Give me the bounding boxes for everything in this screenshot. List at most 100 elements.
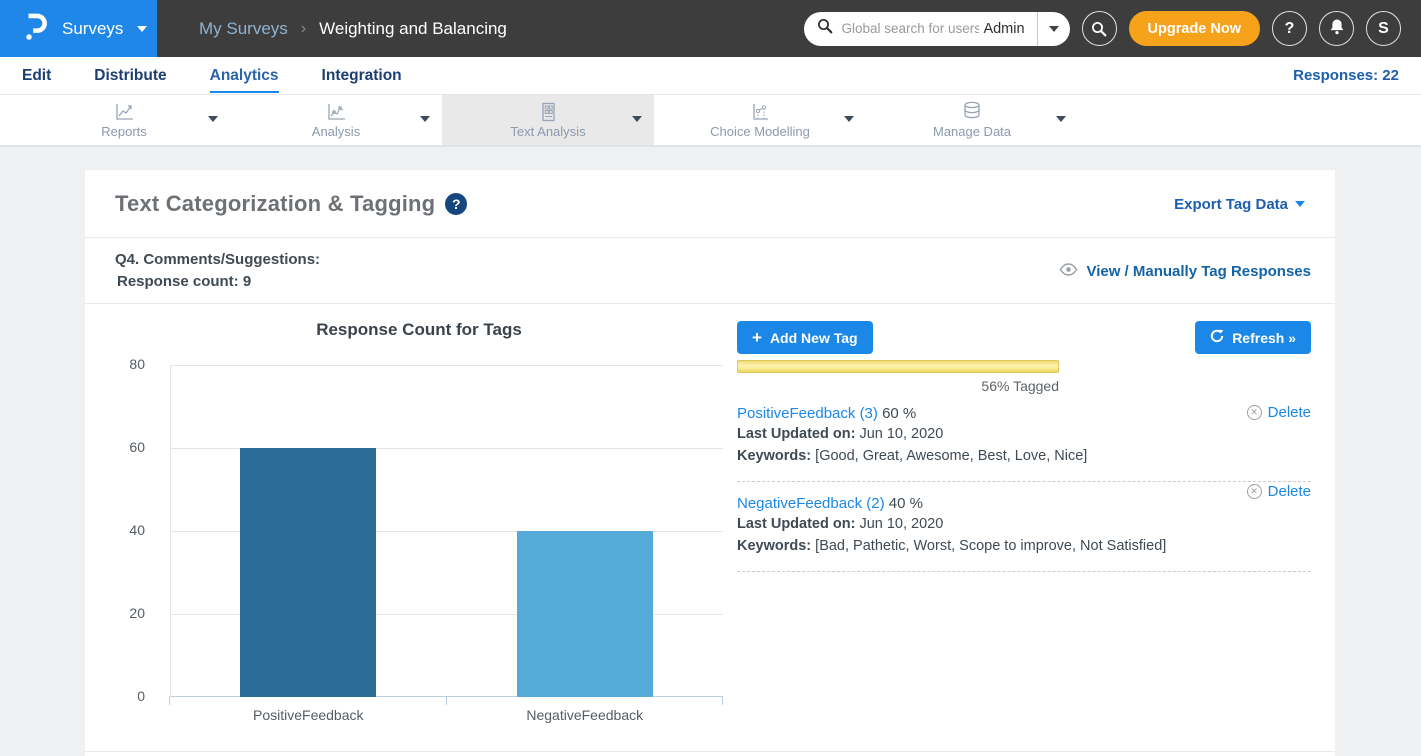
view-manually-tag-link[interactable]: View / Manually Tag Responses — [1059, 263, 1311, 280]
response-count-chart: Response Count for Tags 020406080 Positi… — [115, 304, 737, 751]
x-axis-tick — [722, 697, 723, 705]
tag-name-link[interactable]: PositiveFeedback (3) — [737, 405, 878, 422]
text-document-icon — [538, 102, 558, 122]
tab-reports[interactable]: Reports — [18, 95, 230, 145]
tags-toolbar: + Add New Tag Refresh » — [737, 321, 1311, 354]
tab-label: Choice Modelling — [710, 124, 810, 139]
tab-manage-data[interactable]: Manage Data — [866, 95, 1078, 145]
nav-item-distribute[interactable]: Distribute — [94, 59, 166, 93]
product-name: Surveys — [62, 19, 123, 39]
x-category-label: NegativeFeedback — [526, 707, 643, 723]
notifications-button[interactable] — [1319, 11, 1354, 46]
chart-title: Response Count for Tags — [115, 320, 723, 340]
nav-item-integration[interactable]: Integration — [322, 59, 402, 93]
search-scope-dropdown[interactable] — [1038, 12, 1070, 46]
tag-updated-line: Last Updated on: Jun 10, 2020 — [737, 514, 1311, 536]
bar-NegativeFeedback — [517, 531, 653, 697]
top-actions: Admin Upgrade Now ? S — [804, 11, 1421, 46]
search-button[interactable] — [1082, 11, 1117, 46]
tab-analysis[interactable]: Analysis — [230, 95, 442, 145]
updated-value: Jun 10, 2020 — [859, 426, 943, 442]
help-circle-icon[interactable]: ? — [445, 193, 467, 215]
bar-PositiveFeedback — [240, 448, 376, 697]
tab-label: Text Analysis — [510, 124, 585, 139]
y-tick-label: 20 — [129, 605, 145, 621]
x-axis-tick — [446, 697, 447, 705]
x-axis-labels: PositiveFeedback NegativeFeedback — [170, 707, 723, 733]
search-icon — [817, 18, 833, 39]
x-axis-tick — [169, 697, 170, 705]
page-title: Text Categorization & Tagging — [115, 191, 435, 217]
tag-percent: 40 % — [889, 495, 923, 512]
circle-x-icon: ✕ — [1247, 405, 1262, 420]
circle-x-icon: ✕ — [1247, 484, 1262, 499]
tagged-progress-label: 56% Tagged — [737, 378, 1059, 394]
question-header: Q4. Comments/Suggestions: Response count… — [85, 238, 1335, 304]
refresh-button[interactable]: Refresh » — [1195, 321, 1311, 354]
keywords-label: Keywords: — [737, 448, 811, 464]
tagging-content: Response Count for Tags 020406080 Positi… — [85, 304, 1335, 752]
plot-wrapper: 020406080 — [115, 365, 737, 697]
tab-choice-modelling[interactable]: Choice Modelling — [654, 95, 866, 145]
delete-tag-button[interactable]: ✕ Delete — [1247, 404, 1311, 421]
tag-keywords-line: Keywords: [Bad, Pathetic, Worst, Scope t… — [737, 536, 1311, 558]
eye-icon — [1059, 263, 1078, 280]
add-new-tag-label: Add New Tag — [770, 330, 858, 346]
analytics-tab-bar: Reports Analysis Text Analysis Choice Mo… — [0, 95, 1421, 147]
gridline — [170, 365, 723, 366]
responses-count[interactable]: Responses: 22 — [1293, 67, 1399, 84]
main-area: Text Categorization & Tagging ? Export T… — [0, 147, 1421, 756]
breadcrumb-my-surveys[interactable]: My Surveys — [199, 19, 288, 39]
product-switcher[interactable]: Surveys — [0, 0, 157, 57]
nav-item-analytics[interactable]: Analytics — [210, 59, 279, 93]
choice-model-icon — [749, 102, 771, 122]
tag-name-line: NegativeFeedback (2) 40 % — [737, 493, 1311, 514]
keywords-value: [Bad, Pathetic, Worst, Scope to improve,… — [815, 538, 1166, 554]
question-label: Q4. Comments/Suggestions: — [115, 249, 320, 271]
y-tick-label: 0 — [137, 688, 145, 704]
y-tick-label: 60 — [129, 439, 145, 455]
help-button[interactable]: ? — [1272, 11, 1307, 46]
tab-manage-data-caret-icon[interactable] — [1056, 116, 1066, 122]
global-search-bar: Admin — [804, 12, 1069, 46]
tag-name-line: PositiveFeedback (3) 60 % — [737, 403, 1311, 424]
app-screen: Surveys My Surveys › Weighting and Balan… — [0, 0, 1421, 756]
add-new-tag-button[interactable]: + Add New Tag — [737, 321, 873, 354]
tag-name-link[interactable]: NegativeFeedback (2) — [737, 495, 885, 512]
global-search-input[interactable] — [841, 21, 979, 36]
nav-item-edit[interactable]: Edit — [22, 59, 51, 93]
tab-label: Analysis — [312, 124, 360, 139]
tab-choice-modelling-caret-icon[interactable] — [844, 116, 854, 122]
breadcrumb: My Surveys › Weighting and Balancing — [199, 19, 507, 39]
tab-analysis-caret-icon[interactable] — [420, 116, 430, 122]
keywords-value: [Good, Great, Awesome, Best, Love, Nice] — [815, 448, 1087, 464]
refresh-label: Refresh » — [1232, 330, 1296, 346]
tab-reports-caret-icon[interactable] — [208, 116, 218, 122]
updated-label: Last Updated on: — [737, 516, 855, 532]
y-axis-labels: 020406080 — [115, 365, 170, 697]
tagged-progress-bar — [737, 360, 1059, 373]
question-info: Q4. Comments/Suggestions: Response count… — [115, 249, 320, 293]
product-caret-icon — [137, 26, 147, 32]
database-icon — [961, 102, 983, 122]
chevron-down-icon — [1295, 201, 1305, 207]
keywords-label: Keywords: — [737, 538, 811, 554]
tags-panel: + Add New Tag Refresh » 56% Tagged — [737, 304, 1311, 751]
updated-value: Jun 10, 2020 — [859, 516, 943, 532]
user-avatar[interactable]: S — [1366, 11, 1401, 46]
search-scope-label[interactable]: Admin — [979, 21, 1036, 37]
delete-tag-button[interactable]: ✕ Delete — [1247, 483, 1311, 500]
upgrade-now-button[interactable]: Upgrade Now — [1129, 11, 1260, 46]
refresh-icon — [1210, 329, 1224, 346]
survey-nav-items: Edit Distribute Analytics Integration — [22, 59, 402, 93]
line-chart-icon — [113, 102, 135, 122]
tab-text-analysis-caret-icon[interactable] — [632, 116, 642, 122]
tab-text-analysis[interactable]: Text Analysis — [442, 95, 654, 145]
x-category-label: PositiveFeedback — [253, 707, 364, 723]
delete-label: Delete — [1268, 483, 1311, 500]
updated-label: Last Updated on: — [737, 426, 855, 442]
avatar-initial: S — [1378, 20, 1389, 38]
breadcrumb-separator-icon: › — [301, 20, 306, 38]
export-tag-data-dropdown[interactable]: Export Tag Data — [1174, 196, 1305, 213]
export-label: Export Tag Data — [1174, 196, 1288, 213]
